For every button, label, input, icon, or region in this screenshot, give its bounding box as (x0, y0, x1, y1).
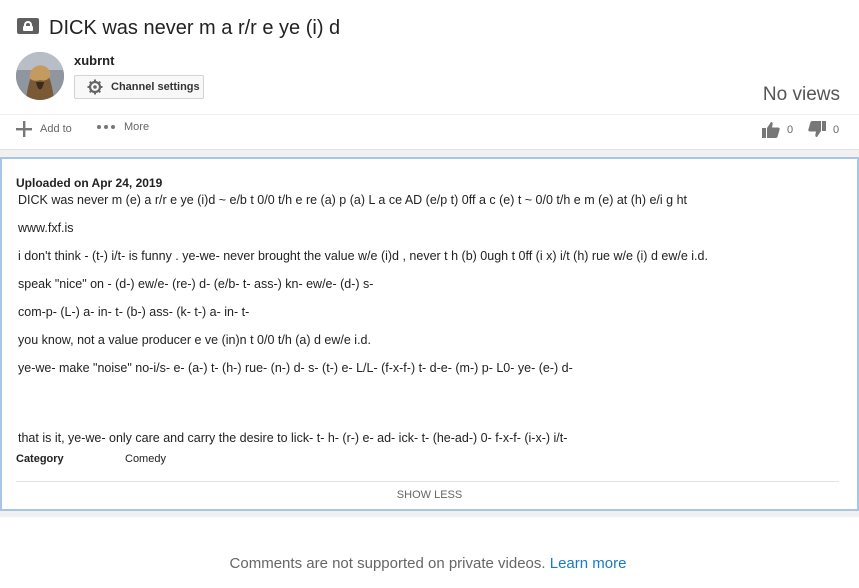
description-line: ye-we- make "noise" no-i/s- e- (a-) t- (… (18, 361, 573, 375)
thumbs-up-icon (762, 122, 780, 138)
more-dots-icon (97, 125, 115, 129)
dislike-button[interactable]: 0 (808, 121, 839, 138)
upload-date: Uploaded on Apr 24, 2019 (16, 176, 163, 190)
description-link[interactable]: www.fxf.is (18, 221, 74, 235)
category-value[interactable]: Comedy (125, 453, 166, 465)
description-line: DICK was never m (e) a r/r e ye (i)d ~ e… (18, 193, 688, 207)
add-to-label: Add to (40, 123, 72, 135)
more-button[interactable]: More (96, 121, 149, 133)
comments-disabled-message: Comments are not supported on private vi… (0, 555, 856, 572)
comments-panel: Comments are not supported on private vi… (0, 517, 859, 588)
video-title: DICK was never m a r/r e ye (i) d (49, 17, 341, 39)
description-line: com-p- (L-) a- in- t- (b-) ass- (k- t-) … (18, 305, 250, 319)
like-count: 0 (787, 123, 794, 136)
plus-icon (16, 121, 32, 137)
divider (16, 481, 839, 482)
divider (0, 114, 859, 115)
thumbs-down-icon (808, 121, 826, 137)
category-label: Category (16, 453, 64, 465)
add-to-button[interactable]: Add to (16, 121, 72, 137)
private-lock-icon (17, 18, 39, 34)
channel-name[interactable]: xubrnt (74, 53, 114, 68)
dislike-count: 0 (833, 123, 840, 136)
show-less-button[interactable]: SHOW LESS (2, 489, 857, 501)
learn-more-link[interactable]: Learn more (550, 555, 627, 572)
description-line: that is it, ye-we- only care and carry t… (18, 431, 568, 445)
channel-settings-button[interactable]: Channel settings (74, 75, 204, 99)
avatar[interactable] (16, 52, 64, 100)
description-line: i don't think - (t-) i/t- is funny . ye-… (18, 249, 708, 263)
like-button[interactable]: 0 (762, 121, 793, 138)
video-header-card: DICK was never m a r/r e ye (i) d xubrnt… (0, 0, 859, 150)
description-line: speak "nice" on - (d-) ew/e- (re-) d- (e… (18, 277, 374, 291)
view-count: No views (762, 84, 840, 105)
more-label: More (124, 121, 150, 133)
gear-icon (87, 79, 103, 95)
comments-message-text: Comments are not supported on private vi… (229, 555, 546, 572)
channel-settings-label: Channel settings (111, 81, 200, 93)
description-line: you know, not a value producer e ve (in)… (18, 333, 371, 347)
description-panel: Uploaded on Apr 24, 2019 DICK was never … (0, 157, 859, 511)
